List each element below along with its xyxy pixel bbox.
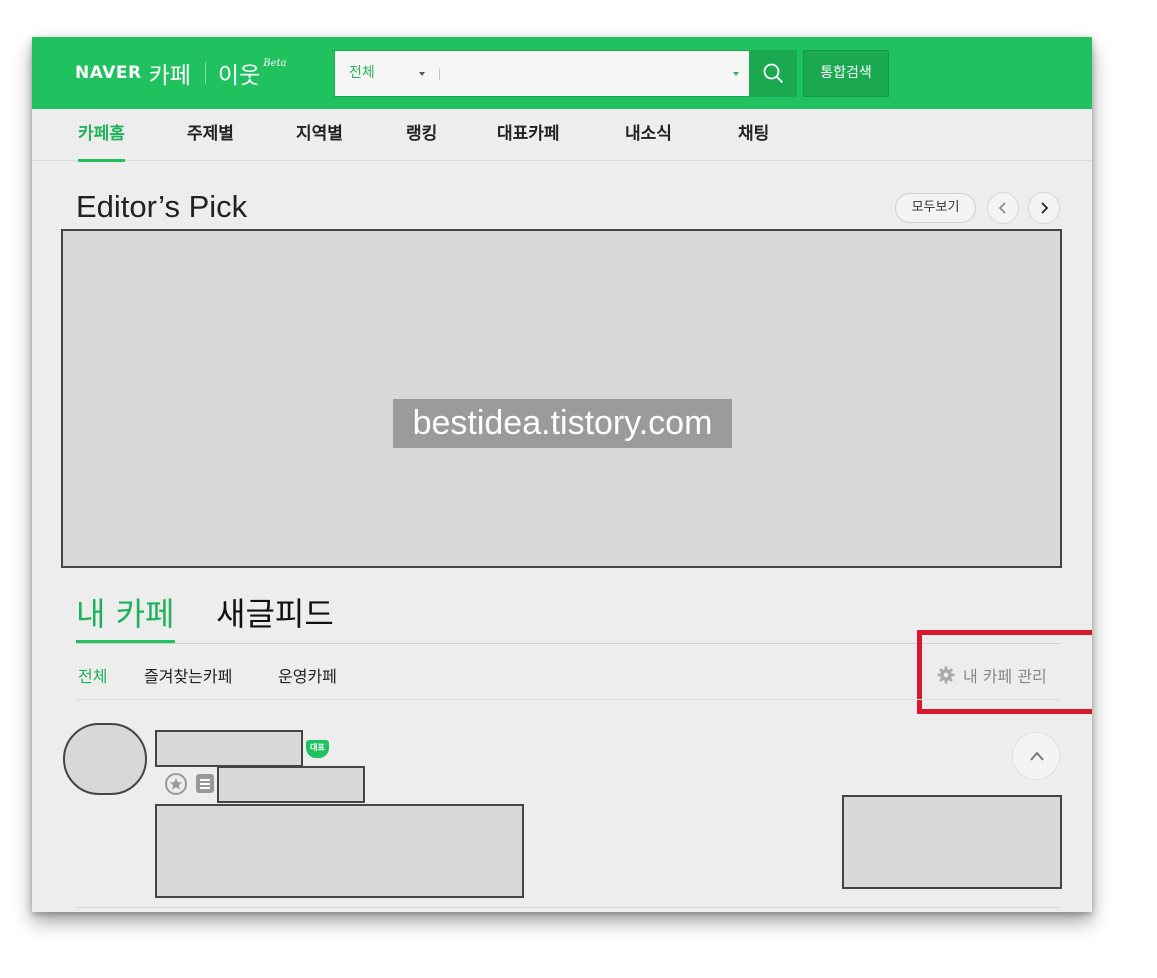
logo-neighbor-text: 이웃 <box>217 63 261 89</box>
highlight-box <box>917 630 1092 714</box>
search-scope-select[interactable]: 전체 <box>349 51 375 96</box>
watermark-text: bestidea.tistory.com <box>393 399 732 448</box>
tab-representative-cafe[interactable]: 대표카페 <box>497 109 560 161</box>
logo-beta-text: Beta <box>263 57 287 69</box>
cafe-window: NAVER 카페 이웃 Beta 전체 통합검색 카페홈 주제별 지역별 랭킹 … <box>32 37 1092 912</box>
logo-cafe-text: 카페 <box>148 63 191 89</box>
tab-by-topic[interactable]: 주제별 <box>187 109 234 161</box>
tab-by-region[interactable]: 지역별 <box>296 109 343 161</box>
cafe-avatar[interactable] <box>63 723 147 795</box>
chevron-up-icon <box>1030 751 1044 761</box>
filter-all[interactable]: 전체 <box>78 663 107 687</box>
chevron-right-icon <box>1041 202 1049 214</box>
filter-managed[interactable]: 운영카페 <box>278 663 337 687</box>
chevron-left-icon <box>998 202 1006 214</box>
my-cafe-divider <box>76 643 1060 644</box>
main-nav: 카페홈 주제별 지역별 랭킹 대표카페 내소식 채팅 <box>32 109 1092 162</box>
editors-pick-title: Editor’s Pick <box>76 189 248 224</box>
next-button[interactable] <box>1028 192 1060 224</box>
cafe-thumbnail-placeholder[interactable] <box>842 795 1062 889</box>
total-search-button[interactable]: 통합검색 <box>803 50 889 97</box>
search-input[interactable] <box>445 55 715 92</box>
editors-pick-banner[interactable]: bestidea.tistory.com <box>61 229 1062 568</box>
star-glyph <box>169 778 183 790</box>
search-dropdown-caret-icon[interactable] <box>733 72 739 76</box>
tab-my-news[interactable]: 내소식 <box>625 109 672 161</box>
cafe-content-placeholder[interactable] <box>155 804 524 898</box>
tab-cafe-home[interactable]: 카페홈 <box>78 109 125 162</box>
tab-chat[interactable]: 채팅 <box>738 109 769 161</box>
representative-badge: 대표 <box>306 740 329 758</box>
filter-divider <box>76 699 1060 700</box>
search-button[interactable] <box>750 50 797 97</box>
search-divider <box>439 68 440 80</box>
item-bottom-divider <box>76 907 1060 908</box>
tab-new-post-feed[interactable]: 새글피드 <box>216 593 334 643</box>
document-icon[interactable] <box>196 774 214 793</box>
search-icon <box>763 63 784 84</box>
tab-my-cafe[interactable]: 내 카페 <box>76 593 175 643</box>
logo-divider <box>204 62 206 84</box>
filter-favorites[interactable]: 즐겨찾는카페 <box>144 663 232 687</box>
logo-naver-text: NAVER <box>75 63 142 83</box>
naver-cafe-logo[interactable]: NAVER 카페 이웃 Beta <box>75 55 287 91</box>
search-box: 전체 <box>334 50 750 97</box>
top-header: NAVER 카페 이웃 Beta 전체 통합검색 <box>32 37 1092 109</box>
caret-down-icon[interactable] <box>419 72 425 76</box>
cafe-info-placeholder <box>217 766 365 803</box>
cafe-name-placeholder[interactable] <box>155 730 303 767</box>
view-all-button[interactable]: 모두보기 <box>895 193 976 223</box>
star-icon[interactable] <box>165 773 187 795</box>
prev-button[interactable] <box>987 192 1019 224</box>
collapse-button[interactable] <box>1012 732 1060 780</box>
tab-ranking[interactable]: 랭킹 <box>406 109 437 161</box>
